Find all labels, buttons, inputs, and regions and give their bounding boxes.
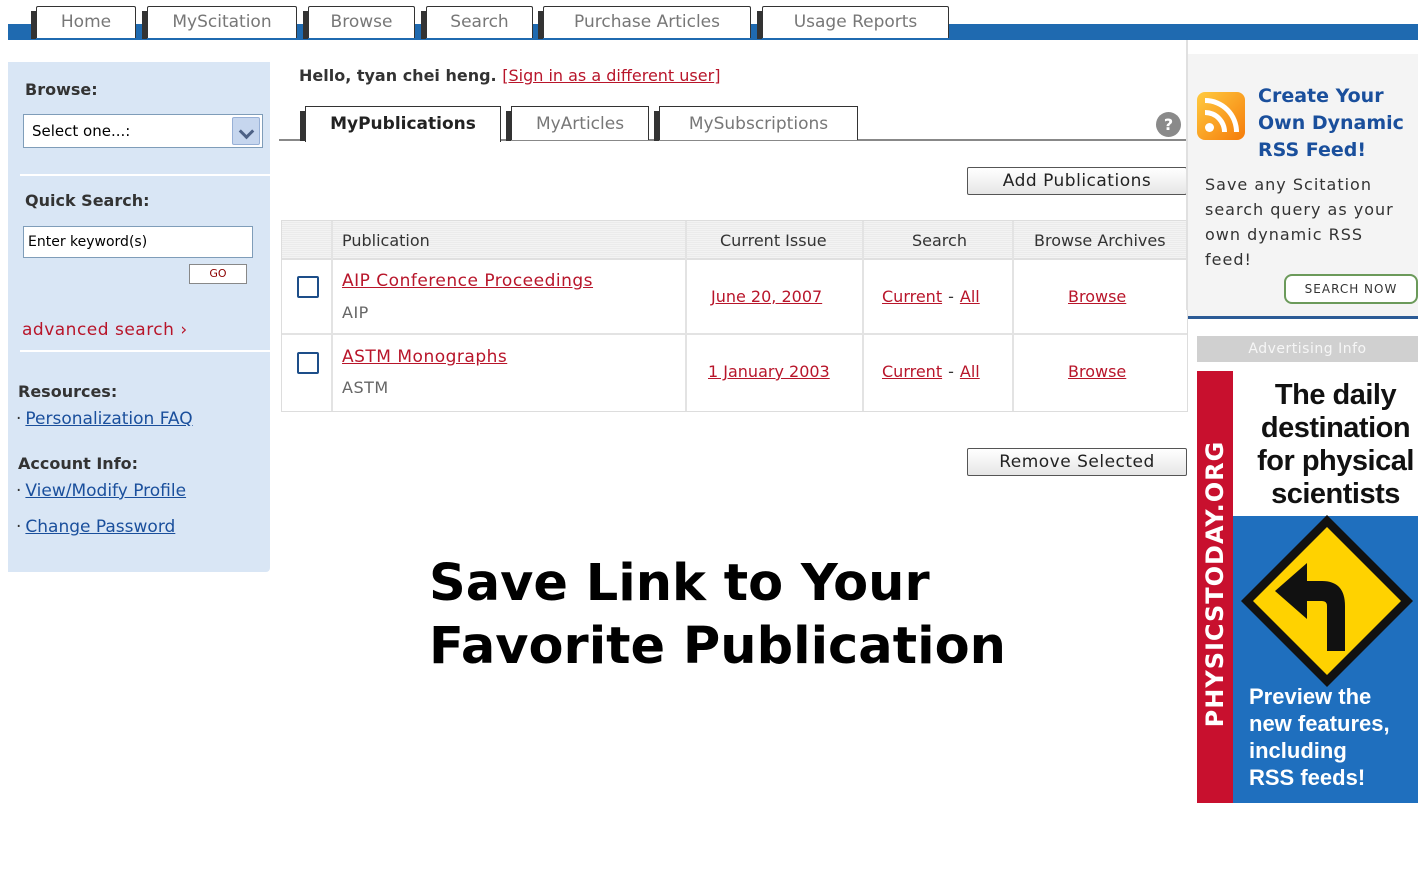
change-password-link[interactable]: Change Password <box>25 517 175 537</box>
view-modify-profile-link[interactable]: View/Modify Profile <box>25 481 186 501</box>
personalization-faq-link[interactable]: Personalization FAQ <box>25 409 192 429</box>
sidebar-divider <box>20 174 270 176</box>
bracket-close: ] <box>714 66 721 85</box>
quick-search-heading: Quick Search: <box>25 191 150 210</box>
tab-myarticles[interactable]: MyArticles <box>506 106 649 141</box>
publication-title-link[interactable]: ASTM Monographs <box>342 347 507 367</box>
tab-mypublications[interactable]: MyPublications <box>300 106 501 142</box>
browse-select-value: Select one...: <box>32 122 131 140</box>
sidebar-divider <box>20 350 270 352</box>
ad-headline: The daily destination for physical scien… <box>1257 379 1414 510</box>
search-now-button[interactable]: SEARCH NOW <box>1284 274 1418 304</box>
browse-select[interactable]: Select one...: <box>23 114 263 148</box>
account-info-heading: Account Info: <box>18 454 139 473</box>
quick-search-input[interactable]: Enter keyword(s) <box>23 226 253 258</box>
page: Home MyScitation Browse Search Purchase … <box>0 0 1418 893</box>
resources-heading: Resources: <box>18 382 118 401</box>
header-current-issue: Current Issue <box>720 231 827 250</box>
header-browse-archives: Browse Archives <box>1034 231 1166 250</box>
bullet-icon: · <box>16 481 22 501</box>
advertising-info-link[interactable]: Advertising Info <box>1197 336 1418 362</box>
search-current-link[interactable]: Current <box>882 362 942 381</box>
chevron-down-icon[interactable] <box>232 117 260 145</box>
greeting: Hello, tyan chei heng. [Sign in as a dif… <box>299 66 720 85</box>
bullet-icon: · <box>16 517 22 537</box>
tab-purchase-articles[interactable]: Purchase Articles <box>538 6 751 39</box>
go-button[interactable]: GO <box>189 264 247 284</box>
list-item: · View/Modify Profile <box>16 481 186 501</box>
physics-today-ad[interactable]: PHYSICSTODAY.ORG The daily destination f… <box>1197 371 1418 803</box>
rss-promo-divider <box>1188 316 1418 319</box>
tab-search[interactable]: Search <box>421 6 533 39</box>
browse-archives-link[interactable]: Browse <box>1068 362 1126 381</box>
row-checkbox[interactable] <box>297 352 319 374</box>
ad-vertical-text: PHYSICSTODAY.ORG <box>1201 440 1229 728</box>
current-issue-link[interactable]: 1 January 2003 <box>708 362 830 381</box>
rss-feed-icon <box>1197 92 1245 140</box>
column-divider <box>862 221 864 411</box>
list-item: · Change Password <box>16 517 175 537</box>
caption-text: Save Link to Your Favorite Publication <box>429 554 1006 676</box>
publisher-name: AIP <box>342 303 369 322</box>
dash-separator: - <box>948 287 954 306</box>
sidebar: Browse: Select one...: Quick Search: Ent… <box>8 62 270 572</box>
remove-selected-button[interactable]: Remove Selected <box>967 448 1187 476</box>
header-search: Search <box>912 231 967 250</box>
add-publications-button[interactable]: Add Publications <box>967 167 1187 195</box>
rss-promo-text: Save any Scitation search query as your … <box>1205 175 1394 269</box>
sign-in-different-user-link[interactable]: Sign in as a different user <box>508 66 714 85</box>
row-divider <box>282 333 1187 335</box>
header-publication: Publication <box>342 231 430 250</box>
browse-archives-link[interactable]: Browse <box>1068 287 1126 306</box>
greeting-text: Hello, tyan chei heng. <box>299 66 497 85</box>
tab-browse[interactable]: Browse <box>303 6 415 39</box>
publications-table: Publication Current Issue Search Browse … <box>281 220 1188 412</box>
rss-promo-title: Create Your Own Dynamic RSS Feed! <box>1258 85 1404 161</box>
tab-mysubscriptions[interactable]: MySubscriptions <box>654 106 858 141</box>
publication-title-link[interactable]: AIP Conference Proceedings <box>342 271 593 291</box>
bullet-icon: · <box>16 409 22 429</box>
publisher-name: ASTM <box>342 378 389 397</box>
tab-home[interactable]: Home <box>31 6 136 39</box>
tab-myscitation[interactable]: MyScitation <box>142 6 297 39</box>
advanced-search-link[interactable]: advanced search › <box>22 320 188 340</box>
left-turn-sign-icon <box>1241 515 1413 687</box>
row-checkbox[interactable] <box>297 276 319 298</box>
search-all-link[interactable]: All <box>960 287 980 306</box>
column-divider <box>331 221 333 411</box>
search-all-link[interactable]: All <box>960 362 980 381</box>
current-issue-link[interactable]: June 20, 2007 <box>711 287 822 306</box>
top-navigation: Home MyScitation Browse Search Purchase … <box>8 0 1418 40</box>
ad-preview-text: Preview the new features, including RSS … <box>1249 684 1390 790</box>
help-icon[interactable]: ? <box>1156 112 1181 137</box>
rss-promo: Create Your Own Dynamic RSS Feed! Save a… <box>1188 54 1418 316</box>
column-divider <box>1012 221 1014 411</box>
dash-separator: - <box>948 362 954 381</box>
tab-usage-reports[interactable]: Usage Reports <box>757 6 949 39</box>
list-item: · Personalization FAQ <box>16 409 193 429</box>
search-current-link[interactable]: Current <box>882 287 942 306</box>
browse-heading: Browse: <box>25 80 98 99</box>
column-divider <box>685 221 687 411</box>
